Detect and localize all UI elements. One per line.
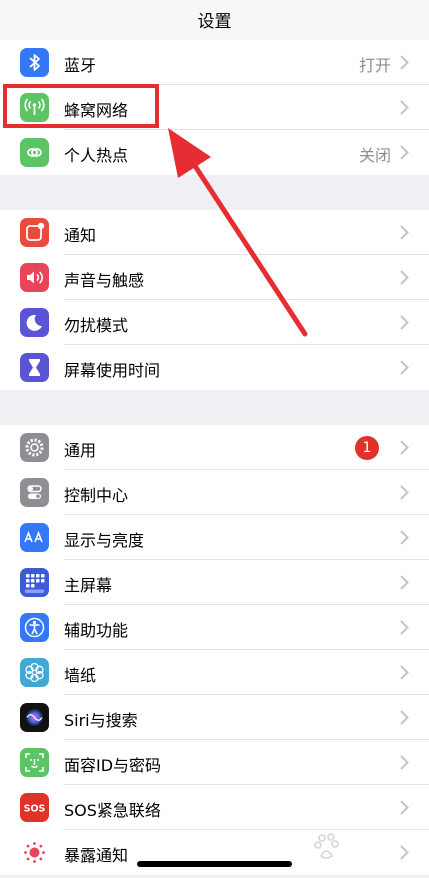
row-label: 显示与亮度 xyxy=(64,531,145,550)
chevron-right-icon xyxy=(400,485,409,500)
settings-row-control-center[interactable]: 控制中心 xyxy=(0,470,429,515)
chevron-right-icon xyxy=(400,800,409,815)
row-label: 声音与触感 xyxy=(64,271,145,290)
general-group: 通用 1 控制中心 显示与亮度 主屏幕 辅助功能 墙纸 Siri与搜索 面容ID… xyxy=(0,425,429,875)
settings-row-display[interactable]: 显示与亮度 xyxy=(0,515,429,560)
notification-badge: 1 xyxy=(355,436,379,460)
row-label: 主屏幕 xyxy=(64,576,113,595)
row-label: 个人热点 xyxy=(64,146,129,165)
home-indicator xyxy=(137,861,292,867)
settings-row-hotspot[interactable]: 个人热点 关闭 xyxy=(0,130,429,175)
settings-row-face-id[interactable]: 面容ID与密码 xyxy=(0,740,429,785)
home-screen-icon xyxy=(20,568,49,597)
row-value: 打开 xyxy=(358,56,391,75)
chevron-right-icon xyxy=(400,530,409,545)
hourglass-icon xyxy=(20,353,49,382)
chevron-right-icon xyxy=(400,360,409,375)
chevron-right-icon xyxy=(400,710,409,725)
chevron-right-icon xyxy=(400,755,409,770)
sound-icon xyxy=(20,263,49,292)
chevron-right-icon xyxy=(400,100,409,115)
settings-row-accessibility[interactable]: 辅助功能 xyxy=(0,605,429,650)
row-label: 勿扰模式 xyxy=(64,316,129,335)
exposure-icon xyxy=(20,838,49,867)
chevron-right-icon xyxy=(400,620,409,635)
settings-row-siri[interactable]: Siri与搜索 xyxy=(0,695,429,740)
baidu-jingyan-watermark xyxy=(314,833,339,859)
row-label: 屏幕使用时间 xyxy=(64,361,161,380)
chevron-right-icon xyxy=(400,270,409,285)
row-label: 通用 xyxy=(64,441,97,460)
hotspot-icon xyxy=(20,138,49,167)
settings-row-notifications[interactable]: 通知 xyxy=(0,210,429,255)
highlight-box xyxy=(3,84,159,128)
settings-row-sounds[interactable]: 声音与触感 xyxy=(0,255,429,300)
row-label: 面容ID与密码 xyxy=(64,756,162,775)
face-id-icon xyxy=(20,748,49,777)
settings-row-wallpaper[interactable]: 墙纸 xyxy=(0,650,429,695)
settings-row-general[interactable]: 通用 1 xyxy=(0,425,429,470)
row-label: 暴露通知 xyxy=(64,846,129,865)
chevron-right-icon xyxy=(400,575,409,590)
wallpaper-icon xyxy=(20,658,49,687)
navigation-bar: 设置 xyxy=(0,0,429,41)
display-icon xyxy=(20,523,49,552)
row-label: 辅助功能 xyxy=(64,621,129,640)
moon-icon xyxy=(20,308,49,337)
row-label: 墙纸 xyxy=(64,666,97,685)
notifications-group: 通知 声音与触感 勿扰模式 屏幕使用时间 xyxy=(0,210,429,390)
chevron-right-icon xyxy=(400,225,409,240)
sos-icon: SOS xyxy=(20,793,49,822)
chevron-right-icon xyxy=(400,315,409,330)
notifications-icon xyxy=(20,218,49,247)
chevron-right-icon xyxy=(400,440,409,455)
row-label: 通知 xyxy=(64,226,97,245)
row-label: SOS紧急联络 xyxy=(64,801,161,820)
page-title: 设置 xyxy=(197,12,232,32)
settings-row-screen-time[interactable]: 屏幕使用时间 xyxy=(0,345,429,390)
control-center-icon xyxy=(20,478,49,507)
svg-text:SOS: SOS xyxy=(24,804,46,815)
chevron-right-icon xyxy=(400,145,409,160)
siri-icon xyxy=(20,703,49,732)
accessibility-icon xyxy=(20,613,49,642)
row-label: 蓝牙 xyxy=(64,56,97,75)
settings-row-do-not-disturb[interactable]: 勿扰模式 xyxy=(0,300,429,345)
chevron-right-icon xyxy=(400,665,409,680)
settings-row-sos[interactable]: SOS SOS紧急联络 xyxy=(0,785,429,830)
settings-row-home-screen[interactable]: 主屏幕 xyxy=(0,560,429,605)
chevron-right-icon xyxy=(400,55,409,70)
bluetooth-icon xyxy=(20,48,49,77)
row-value: 关闭 xyxy=(358,146,391,165)
gear-icon xyxy=(20,433,49,462)
settings-row-bluetooth[interactable]: 蓝牙 打开 xyxy=(0,40,429,85)
row-label: 控制中心 xyxy=(64,486,129,505)
row-label: Siri与搜索 xyxy=(64,711,138,730)
